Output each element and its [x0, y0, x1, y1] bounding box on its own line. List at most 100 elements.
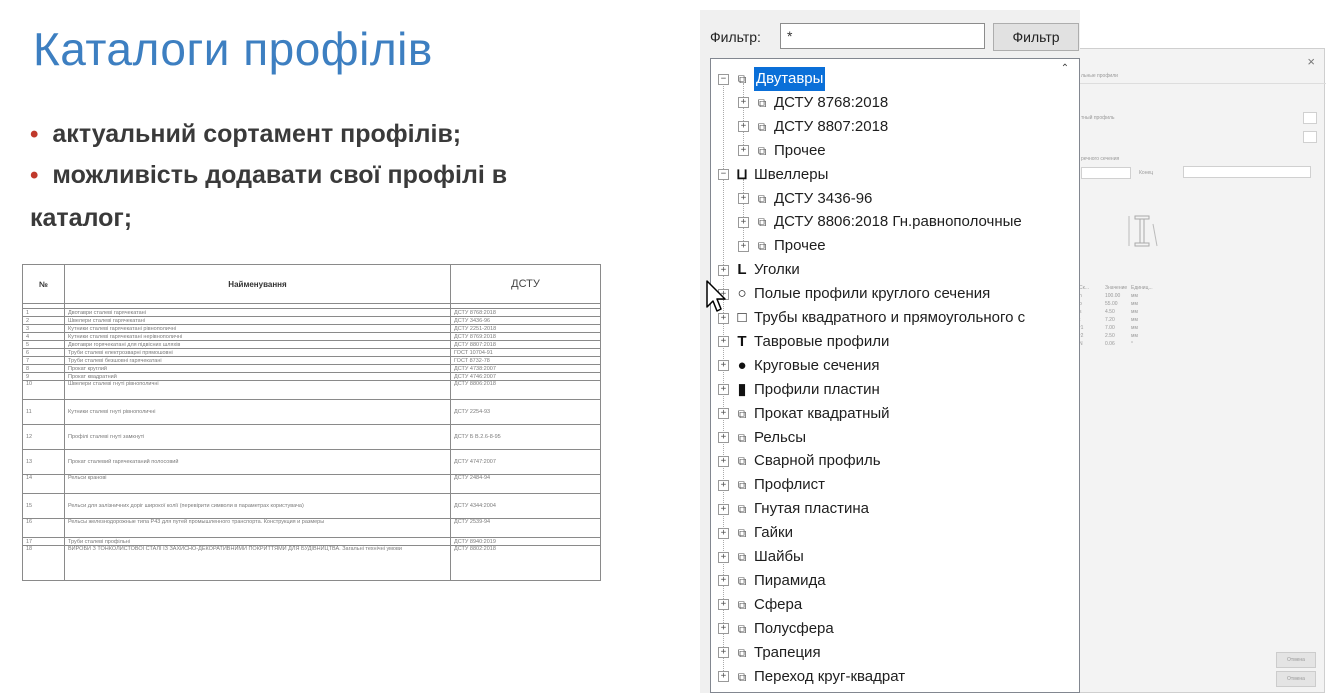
tree-item[interactable]: + ⧉ Прочее — [738, 139, 826, 163]
expand-icon[interactable]: + — [718, 551, 729, 563]
table-cell-number: 6 — [22, 348, 65, 357]
tree-item[interactable]: + □ Трубы квадратного и прямоугольного с — [718, 306, 1025, 330]
table-cell-standard: ДСТУ 2251-2018 — [450, 324, 601, 333]
dialog-ok-button[interactable]: Отмена — [1276, 652, 1316, 668]
tree-item[interactable]: − ⧉ Двутавры — [718, 67, 826, 91]
tree-item[interactable]: + ○ Полые профили круглого сечения — [718, 282, 990, 306]
table-cell-name: Профілі сталеві гнуті замкнуті — [64, 424, 451, 450]
expand-icon[interactable]: + — [718, 455, 729, 467]
table-cell-number: 15 — [22, 493, 65, 519]
expand-icon[interactable]: + — [718, 408, 729, 420]
tree-item[interactable]: + ⧉ ДСТУ 3436-96 — [738, 187, 872, 211]
catalog-icon: ⧉ — [737, 597, 747, 612]
tree-item-label: ДСТУ 8768:2018 — [774, 93, 889, 111]
table-row: 11 Кутники сталеві гнуті рівнополичні ДСТУ… — [22, 399, 601, 425]
filter-input[interactable]: * — [780, 23, 985, 49]
tree-item[interactable]: + ⧉ Прокат квадратный — [718, 402, 890, 426]
tree-item[interactable]: + ⧉ Сфера — [718, 593, 802, 617]
catalog-icon: ⧉ — [737, 669, 747, 684]
profile-dialog: × льные профили тный профиль речного сеч… — [1070, 48, 1326, 693]
tree-item[interactable]: +⧉Треугольник — [718, 688, 839, 692]
expand-icon[interactable]: + — [718, 432, 729, 443]
tree-item[interactable]: + T Тавровые профили — [718, 330, 889, 354]
tree-item-label: Уголки — [754, 261, 800, 279]
table-row: 17 Труби сталеві профільні ДСТУ 8940:2019 — [22, 537, 601, 546]
expand-icon[interactable]: + — [718, 671, 729, 682]
tree-item-label: Трапеция — [754, 643, 821, 661]
expand-icon[interactable]: + — [718, 575, 729, 587]
dialog-field[interactable] — [1081, 167, 1131, 179]
collapse-icon[interactable]: − — [718, 169, 729, 181]
tree-item[interactable]: + ⧉ Шайбы — [718, 545, 804, 569]
expand-icon[interactable]: + — [718, 336, 729, 348]
tree-item[interactable]: + ⧉ ДСТУ 8806:2018 Гн.равнополочные — [738, 210, 1022, 234]
parameter-row: r2 2.50 мм — [1079, 333, 1138, 339]
expand-icon[interactable]: + — [718, 360, 729, 372]
presentation-slide: Каталоги профілів • актуальний сортамент … — [0, 0, 700, 693]
close-icon[interactable]: × — [1307, 54, 1315, 69]
expand-icon[interactable]: + — [738, 216, 749, 228]
expand-icon[interactable]: + — [738, 145, 749, 157]
dialog-field-label: тный профиль — [1081, 115, 1115, 121]
expand-icon[interactable]: + — [718, 503, 729, 515]
tree-item[interactable]: + ⧉ ДСТУ 8768:2018 — [738, 91, 888, 115]
tree-item[interactable]: + ▮ Профили пластин — [718, 378, 880, 402]
expand-icon[interactable]: + — [718, 527, 729, 539]
table-cell-name: Прокат квадратний — [64, 372, 451, 381]
tree-item[interactable]: + ⧉ Профлист — [718, 473, 825, 497]
tree-item-label: Прокат квадратный — [754, 404, 890, 422]
tree-item[interactable]: + ⧉ Рельсы — [718, 426, 806, 450]
tree-item-label: Полусфера — [754, 619, 834, 637]
tree-item[interactable]: + ⧉ ДСТУ 8807:2018 — [738, 115, 888, 139]
tree-item[interactable]: + ⧉ Пирамида — [718, 569, 826, 593]
tree-item[interactable]: + ⧉ Гайки — [718, 521, 793, 545]
dialog-cancel-button[interactable]: Отмена — [1276, 671, 1316, 687]
expand-icon[interactable]: + — [718, 384, 729, 396]
tree-item[interactable]: + ⧉ Полусфера — [718, 617, 834, 641]
tree-item[interactable]: + ⧉ Переход круг-квадрат — [718, 665, 905, 689]
tree-item[interactable]: + ⧉ Гнутая пластина — [718, 497, 869, 521]
table-header-standard: ДСТУ — [450, 264, 601, 304]
tree-item[interactable]: + ● Круговые сечения — [718, 354, 879, 378]
table-cell-name: Кутники сталеві гарячекатані нерівнополи… — [64, 332, 451, 341]
expand-icon[interactable]: + — [738, 121, 749, 133]
tree-item[interactable]: + L Уголки — [718, 258, 800, 282]
expand-icon[interactable]: + — [718, 264, 729, 276]
tee-icon: T — [737, 332, 747, 350]
tree-item[interactable]: + ⧉ Сварной профиль — [718, 449, 881, 473]
expand-icon[interactable]: + — [718, 623, 729, 635]
tree-item-label: Гнутая пластина — [754, 500, 869, 518]
expand-icon[interactable]: + — [738, 240, 749, 252]
dialog-field[interactable] — [1303, 131, 1317, 143]
dialog-field[interactable] — [1303, 112, 1317, 124]
table-cell-number: 17 — [22, 537, 65, 546]
table-cell-standard: ДСТУ 8806:2018 — [450, 380, 601, 400]
tree-item-label: Трубы квадратного и прямоугольного с — [754, 309, 1026, 326]
expand-icon[interactable]: + — [738, 97, 749, 109]
table-body: 1 Двотаври сталеві гарячекатані ДСТУ 8768:… — [22, 308, 601, 581]
tree-item[interactable]: − ⊔ Швеллеры — [718, 163, 828, 187]
expand-icon[interactable]: + — [738, 193, 749, 204]
dialog-field-label: речного сечения — [1081, 156, 1120, 162]
scroll-up-icon[interactable]: ⌃ — [1058, 62, 1072, 76]
tree-item-label: Переход круг-квадрат — [754, 667, 906, 685]
square-tube-icon: □ — [737, 309, 747, 326]
expand-icon[interactable]: + — [718, 312, 729, 324]
dialog-field[interactable] — [1183, 166, 1311, 178]
profile-catalog-panel: Фильтр: * Фильтр − ⧉ Двутавры + ⧉ ДСТУ 8768:2… — [700, 10, 1080, 693]
tree-item[interactable]: + ⧉ Трапеция — [718, 641, 821, 665]
table-cell-standard: ГОСТ 8732-78 — [450, 356, 601, 365]
expand-icon[interactable]: + — [718, 479, 729, 491]
table-cell-number: 2 — [22, 316, 65, 325]
expand-icon[interactable]: + — [718, 647, 729, 659]
ring-icon: ○ — [737, 285, 747, 303]
expand-icon[interactable]: + — [718, 599, 729, 611]
parameter-row: N 0.06 ° — [1079, 341, 1133, 347]
collapse-icon[interactable]: − — [718, 73, 729, 85]
catalog-icon: ⧉ — [734, 688, 750, 692]
catalog-icon: ⧉ — [757, 119, 767, 134]
table-cell-name: Кутники сталеві гнуті рівнополичні — [64, 399, 451, 425]
filter-button[interactable]: Фильтр — [993, 23, 1079, 51]
tree-item[interactable]: + ⧉ Прочее — [738, 234, 826, 258]
profile-tree[interactable]: − ⧉ Двутавры + ⧉ ДСТУ 8768:2018 + ⧉ ДСТУ 8807:20… — [710, 58, 1080, 693]
